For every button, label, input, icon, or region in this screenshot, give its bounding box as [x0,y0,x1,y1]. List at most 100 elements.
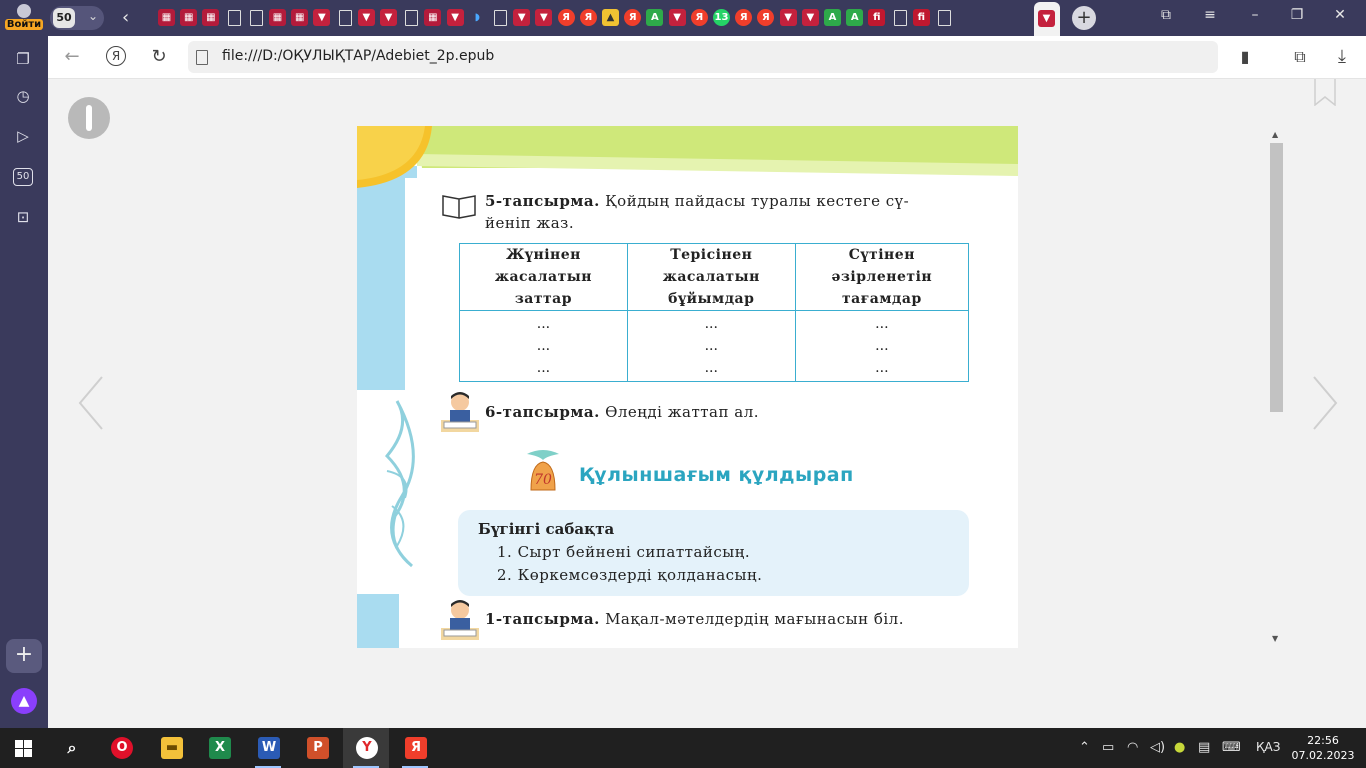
minimize-icon[interactable]: – [1245,7,1265,23]
tab-yandex-icon[interactable]: Я [579,9,597,26]
task1: 1-тапсырма. Мақал-мәтелдердің мағынасын … [485,610,904,628]
taskbar-explorer[interactable]: ▬ [148,728,194,768]
keyboard-icon[interactable]: ⌨ [1222,740,1241,755]
tab-document-icon[interactable] [893,10,907,26]
tab-yandex-icon[interactable]: Я [624,9,642,26]
powerpoint-icon: P [307,737,329,759]
scroll-down-arrow[interactable]: ▼ [1272,634,1278,643]
tab-shield-icon[interactable]: ▼ [668,9,686,26]
tab-yandex-icon[interactable]: Я [757,9,775,26]
tab-pdf-icon[interactable]: ▦ [291,9,309,26]
bookmark-button[interactable]: ▮ [1233,45,1257,69]
input-language[interactable]: ҚАЗ [1256,740,1280,754]
tab-document-icon[interactable] [494,10,507,26]
screenshot-icon[interactable]: ⊡ [12,206,34,228]
page-bookmark-icon[interactable] [1314,79,1336,106]
student-icon [441,600,479,640]
profile-button[interactable]: Войти [4,3,44,33]
tab-green-a-icon[interactable]: A [824,9,841,26]
tab-shield-icon[interactable]: ▼ [357,9,375,26]
table-cell: ......... [626,310,796,382]
reload-button[interactable]: ↻ [147,45,171,69]
tab-fi-icon[interactable]: fi [912,9,930,26]
tab-pdf-icon[interactable]: ▦ [180,9,198,26]
next-page-arrow[interactable] [1310,373,1340,433]
tab-active[interactable]: ▼ [1034,2,1060,36]
tab-document-icon[interactable] [249,10,263,26]
clock[interactable]: 22:56 07.02.2023 [1291,733,1355,763]
previous-page-arrow[interactable] [76,373,106,433]
tab-fi-icon[interactable]: fi [868,9,886,26]
start-button[interactable] [0,728,46,768]
history-icon[interactable]: ◷ [12,85,34,107]
excel-icon: X [209,737,231,759]
yandex-home-button[interactable]: Я [104,45,128,69]
student-icon [441,392,479,432]
book-icon [442,195,476,219]
tab-shield-icon[interactable]: ▼ [446,9,464,26]
restore-icon[interactable]: ❐ [1287,7,1307,23]
task1-label: 1-тапсырма. [485,610,600,628]
close-icon[interactable]: ✕ [1330,7,1350,23]
collections-icon[interactable]: ⧉ [1156,7,1176,23]
tab-image-icon[interactable]: ▲ [602,9,619,26]
address-bar[interactable]: file:///D:/ОҚУЛЫҚТАР/Adebiet_2p.epub [188,41,1218,73]
taskbar-opera[interactable]: O [98,728,144,768]
tab-document-icon[interactable] [405,10,419,26]
taskbar-word[interactable]: W [245,728,291,768]
taskbar-powerpoint[interactable]: P [294,728,340,768]
taskbar-yandex[interactable]: Я [392,728,438,768]
tab-whatsapp-icon[interactable]: 13 [713,9,730,26]
address-toolbar: ← Я ↻ file:///D:/ОҚУЛЫҚТАР/Adebiet_2p.ep… [48,36,1366,79]
tab-shield-icon[interactable]: ▼ [779,9,797,26]
scroll-tabs-left-icon[interactable]: ‹ [122,7,129,28]
taskbar-excel[interactable]: X [196,728,242,768]
tab-shield-icon[interactable]: ▼ [535,9,553,26]
tab-document-icon[interactable] [227,10,241,26]
video-icon[interactable]: ▷ [12,125,34,147]
tab-green-a-icon[interactable]: A [846,9,864,26]
scrollbar-thumb[interactable] [1270,143,1283,412]
tabs-count-sidebar[interactable]: 50 [13,168,33,186]
tab-document-icon[interactable] [938,10,951,26]
tab-pdf-icon[interactable]: ▦ [424,9,442,26]
wifi-icon[interactable]: ◠ [1127,740,1138,755]
add-panel-button[interactable]: + [6,639,42,673]
tab-pdf-icon[interactable]: ▦ [269,9,286,26]
search-button[interactable]: ⌕ [48,728,94,768]
tab-green-a-icon[interactable]: A [646,9,664,26]
alice-assistant-icon[interactable]: ▲ [11,688,37,714]
profile-label: Войти [4,19,44,30]
notifications-icon[interactable]: ▤ [1198,740,1210,755]
tab-shield-icon[interactable]: ▼ [801,9,819,26]
tab-shield-icon[interactable]: ▼ [313,9,331,26]
tab-shield-icon[interactable]: ▼ [513,9,531,26]
tab-pdf-icon[interactable]: ▦ [202,9,220,26]
task6-text: Өлеңді жаттап ал. [605,403,759,421]
reader-menu-button[interactable] [68,97,110,139]
task6: 6-тапсырма. Өлеңді жаттап ал. [485,403,759,421]
tab-wave-icon[interactable]: ◗ [469,9,486,26]
collections-sidebar-icon[interactable]: ❐ [12,48,34,70]
taskbar-yandex-browser[interactable]: Y [343,728,389,768]
new-tab-button[interactable]: + [1072,6,1096,30]
battery-icon[interactable]: ▭ [1102,740,1114,755]
url-text: file:///D:/ОҚУЛЫҚТАР/Adebiet_2p.epub [222,48,495,64]
tab-shield-icon[interactable]: ▼ [380,9,397,26]
tab-count-button[interactable]: 50 ⌄ [50,6,104,30]
security-icon[interactable]: ● [1174,740,1185,755]
tray-expand-icon[interactable]: ⌃ [1079,740,1090,755]
tab-yandex-icon[interactable]: Я [557,9,575,26]
volume-icon[interactable]: ◁) [1150,740,1165,755]
extensions-icon[interactable]: ⧉ [1288,45,1312,69]
scroll-up-arrow[interactable]: ▲ [1272,130,1278,139]
tab-document-icon[interactable] [338,10,352,26]
back-button[interactable]: ← [60,45,84,69]
opera-icon: O [111,737,133,759]
menu-icon[interactable]: ≡ [1200,7,1220,23]
downloads-icon[interactable]: ⤓ [1330,45,1354,69]
tab-pdf-icon[interactable]: ▦ [158,9,175,26]
tab-yandex-icon[interactable]: Я [735,9,753,26]
task5-text-line1: Қойдың пайдасы туралы кестеге сү- [605,192,910,210]
tab-yandex-icon[interactable]: Я [690,9,708,26]
